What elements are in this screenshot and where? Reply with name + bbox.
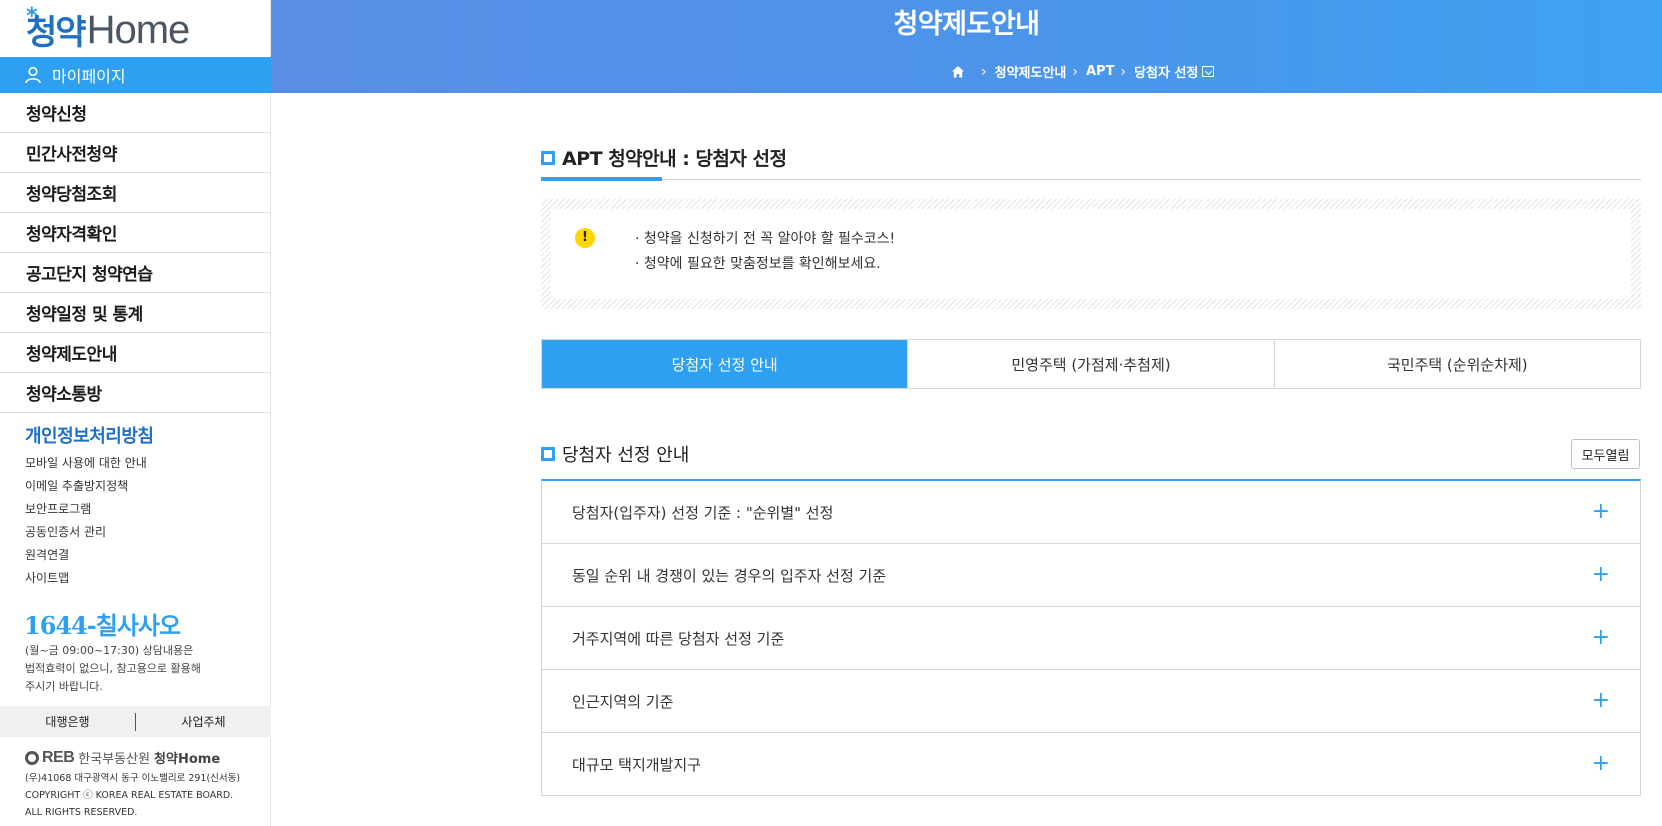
warning-icon: !: [575, 228, 595, 248]
sidebar-item-schedule-stats[interactable]: 청약일정 및 통계: [0, 293, 271, 333]
page-header: 청약제도안내 › 청약제도안내 › APT › 당첨자 선정: [271, 0, 1662, 93]
notice-line: · 청약에 필요한 맞춤정보를 확인해보세요.: [635, 256, 881, 272]
reb-logo-icon: [25, 750, 39, 765]
sidebar-menu: 청약신청 민간사전청약 청약당첨조회 청약자격확인 공고단지 청약연습 청약일정…: [0, 93, 271, 413]
accordion-item[interactable]: 대규모 택지개발지구 +: [542, 733, 1640, 796]
chevron-down-icon[interactable]: [1202, 66, 1215, 77]
privacy-policy-link[interactable]: 개인정보처리방침: [25, 422, 154, 448]
title-divider: [541, 179, 1641, 180]
accordion-item-label: 당첨자(입주자) 선정 기준 : "순위별" 선정: [572, 503, 834, 522]
agent-bank-button[interactable]: 대행은행: [0, 713, 135, 730]
link-sitemap[interactable]: 사이트맵: [25, 567, 147, 590]
accordion-item[interactable]: 당첨자(입주자) 선정 기준 : "순위별" 선정 +: [542, 481, 1640, 544]
chevron-right-icon: ›: [1072, 63, 1078, 80]
rights-line: ALL RIGHTS RESERVED.: [25, 807, 138, 818]
tab-private-housing[interactable]: 민영주택 (가점제·추첨제): [907, 340, 1273, 388]
breadcrumb-item[interactable]: APT: [1086, 64, 1114, 79]
address-line: (우)41068 대구광역시 동구 이노밸리로 291(신서동): [25, 773, 241, 784]
section-title-text: APT 청약안내 : 당첨자 선정: [562, 148, 787, 170]
bank-bar: 대행은행 사업주체: [0, 706, 271, 737]
logo-star: *: [26, 4, 38, 29]
sidebar-links: 모바일 사용에 대한 안내 이메일 추출방지정책 보안프로그램 공동인증서 관리…: [25, 452, 147, 590]
open-all-button[interactable]: 모두열림: [1571, 439, 1640, 469]
section-title: APT 청약안내 : 당첨자 선정: [541, 144, 787, 171]
sidebar-item-apply[interactable]: 청약신청: [0, 93, 271, 133]
chevron-right-icon: ›: [1120, 63, 1127, 80]
accordion-item-label: 인근지역의 기준: [572, 692, 674, 711]
notice-inner: ! · 청약을 신청하기 전 꼭 알아야 할 필수코스! · 청약에 필요한 맞…: [551, 209, 1631, 299]
plus-icon[interactable]: +: [1592, 564, 1610, 586]
breadcrumb: › 청약제도안내 › APT › 당첨자 선정: [951, 62, 1215, 81]
chevron-right-icon: ›: [981, 63, 987, 80]
phone-description: (월~금 09:00~17:30) 상담내용은 법적효력이 없으니, 참고용으로…: [25, 642, 201, 696]
accordion-item[interactable]: 인근지역의 기준 +: [542, 670, 1640, 733]
logo-english: Home: [86, 8, 191, 52]
link-remote[interactable]: 원격연결: [25, 544, 147, 567]
sidebar: * 청약 Home 마이페이지 청약신청 민간사전청약 청약당첨조회 청약자격확…: [0, 0, 271, 826]
home-icon[interactable]: [951, 65, 965, 79]
plus-icon[interactable]: +: [1592, 501, 1610, 523]
plus-icon[interactable]: +: [1592, 690, 1610, 712]
sidebar-item-pre-subscription[interactable]: 민간사전청약: [0, 133, 271, 173]
user-icon: [25, 66, 41, 84]
title-accent-bar: [541, 177, 662, 181]
accordion-item[interactable]: 거주지역에 따른 당첨자 선정 기준 +: [542, 607, 1640, 670]
phone-number: 1644-칠사사오: [24, 611, 181, 640]
accordion-item-label: 대규모 택지개발지구: [572, 755, 701, 774]
page-title: 청약제도안내: [893, 9, 1040, 40]
footer-logo: REB 한국부동산원 청약Home: [25, 748, 220, 767]
tab-bar: 당첨자 선정 안내 민영주택 (가점제·추첨제) 국민주택 (순위순차제): [541, 339, 1641, 389]
accordion-item-label: 동일 순위 내 경쟁이 있는 경우의 입주자 선정 기준: [572, 566, 887, 585]
copyright-line: COPYRIGHT ⓒ KOREA REAL ESTATE BOARD.: [25, 790, 234, 801]
sub-title: 당첨자 선정 안내: [541, 441, 689, 467]
plus-icon[interactable]: +: [1592, 753, 1610, 775]
site-logo[interactable]: * 청약 Home: [26, 4, 191, 52]
link-security-program[interactable]: 보안프로그램: [25, 498, 147, 521]
footer-brand: 청약Home: [154, 752, 221, 767]
mypage-label: 마이페이지: [52, 67, 126, 86]
notice-line: · 청약을 신청하기 전 꼭 알아야 할 필수코스!: [635, 231, 896, 247]
footer-address: (우)41068 대구광역시 동구 이노밸리로 291(신서동) COPYRIG…: [25, 770, 240, 821]
sub-title-text: 당첨자 선정 안내: [562, 445, 690, 466]
mypage-button[interactable]: 마이페이지: [0, 57, 271, 93]
phone-desc-line: 법적효력이 없으니, 참고용으로 활용해: [25, 662, 201, 675]
accordion: 당첨자(입주자) 선정 기준 : "순위별" 선정 + 동일 순위 내 경쟁이 …: [541, 479, 1641, 796]
business-entity-button[interactable]: 사업주체: [136, 713, 271, 730]
link-mobile-guide[interactable]: 모바일 사용에 대한 안내: [25, 452, 147, 475]
sidebar-item-winner-check[interactable]: 청약당첨조회: [0, 173, 271, 213]
reb-text: REB: [42, 748, 75, 766]
notice-text: · 청약을 신청하기 전 꼭 알아야 할 필수코스! · 청약에 필요한 맞춤정…: [635, 227, 895, 277]
link-email-policy[interactable]: 이메일 추출방지정책: [25, 475, 147, 498]
sidebar-item-practice[interactable]: 공고단지 청약연습: [0, 253, 271, 293]
footer-org: 한국부동산원: [78, 752, 151, 767]
sidebar-item-community[interactable]: 청약소통방: [0, 373, 271, 413]
link-certificate[interactable]: 공동인증서 관리: [25, 521, 147, 544]
phone-desc-line: 주시기 바랍니다.: [25, 680, 103, 693]
tab-winner-selection[interactable]: 당첨자 선정 안내: [542, 340, 908, 388]
accordion-item[interactable]: 동일 순위 내 경쟁이 있는 경우의 입주자 선정 기준 +: [542, 544, 1640, 607]
square-bullet-icon: [541, 447, 555, 461]
tab-public-housing[interactable]: 국민주택 (순위순차제): [1273, 340, 1640, 388]
breadcrumb-item[interactable]: 청약제도안내: [995, 62, 1067, 81]
sidebar-item-eligibility[interactable]: 청약자격확인: [0, 213, 271, 253]
sidebar-item-system-guide[interactable]: 청약제도안내: [0, 333, 271, 373]
plus-icon[interactable]: +: [1592, 627, 1610, 649]
accordion-item-label: 거주지역에 따른 당첨자 선정 기준: [572, 629, 785, 648]
square-bullet-icon: [541, 150, 555, 165]
phone-desc-line: (월~금 09:00~17:30) 상담내용은: [25, 644, 194, 657]
notice-box: ! · 청약을 신청하기 전 꼭 알아야 할 필수코스! · 청약에 필요한 맞…: [541, 199, 1641, 309]
breadcrumb-current[interactable]: 당첨자 선정: [1134, 62, 1198, 81]
